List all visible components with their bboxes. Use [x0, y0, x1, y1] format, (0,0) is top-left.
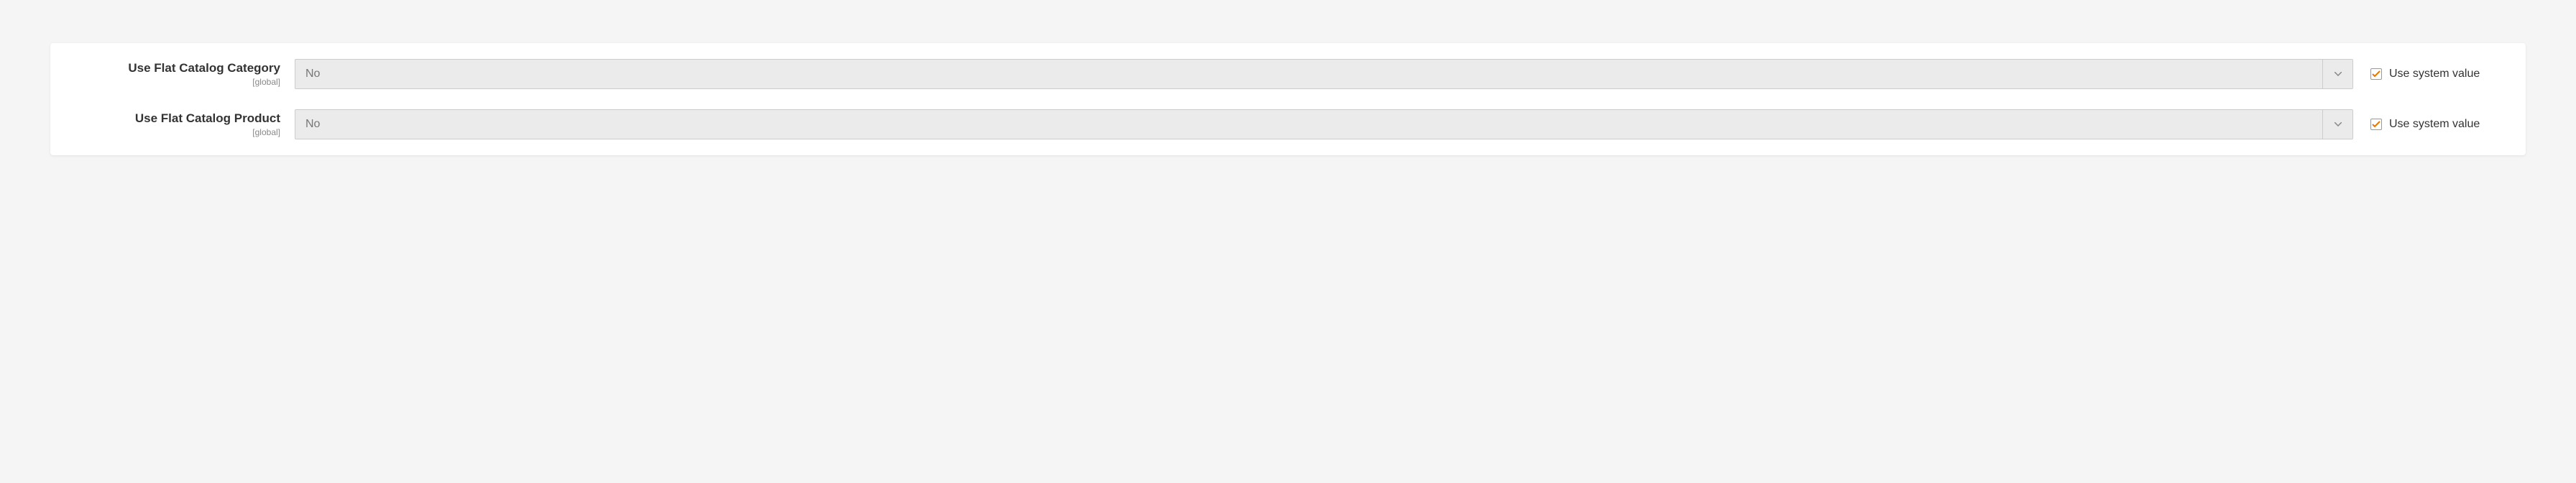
field-label: Use Flat Catalog Product — [72, 111, 280, 126]
select-value: No — [295, 110, 2322, 139]
config-panel: Use Flat Catalog Category [global] No Us… — [50, 43, 2526, 155]
checkbox-label[interactable]: Use system value — [2389, 118, 2480, 131]
select-value: No — [295, 60, 2322, 88]
field-scope: [global] — [72, 127, 280, 137]
config-row-flat-category: Use Flat Catalog Category [global] No Us… — [72, 59, 2504, 89]
config-row-flat-product: Use Flat Catalog Product [global] No Use… — [72, 109, 2504, 139]
field-scope: [global] — [72, 77, 280, 87]
select-flat-product[interactable]: No — [295, 109, 2353, 139]
select-col: No — [295, 59, 2353, 89]
label-col: Use Flat Catalog Product [global] — [72, 111, 295, 137]
chevron-down-icon — [2322, 60, 2352, 88]
field-label: Use Flat Catalog Category — [72, 61, 280, 75]
check-col: Use system value — [2353, 68, 2504, 80]
select-flat-category[interactable]: No — [295, 59, 2353, 89]
check-col: Use system value — [2353, 118, 2504, 131]
checkbox-use-system-flat-category[interactable] — [2370, 68, 2382, 80]
chevron-down-icon — [2322, 110, 2352, 139]
checkbox-label[interactable]: Use system value — [2389, 68, 2480, 80]
checkbox-use-system-flat-product[interactable] — [2370, 119, 2382, 130]
label-col: Use Flat Catalog Category [global] — [72, 61, 295, 87]
select-col: No — [295, 109, 2353, 139]
